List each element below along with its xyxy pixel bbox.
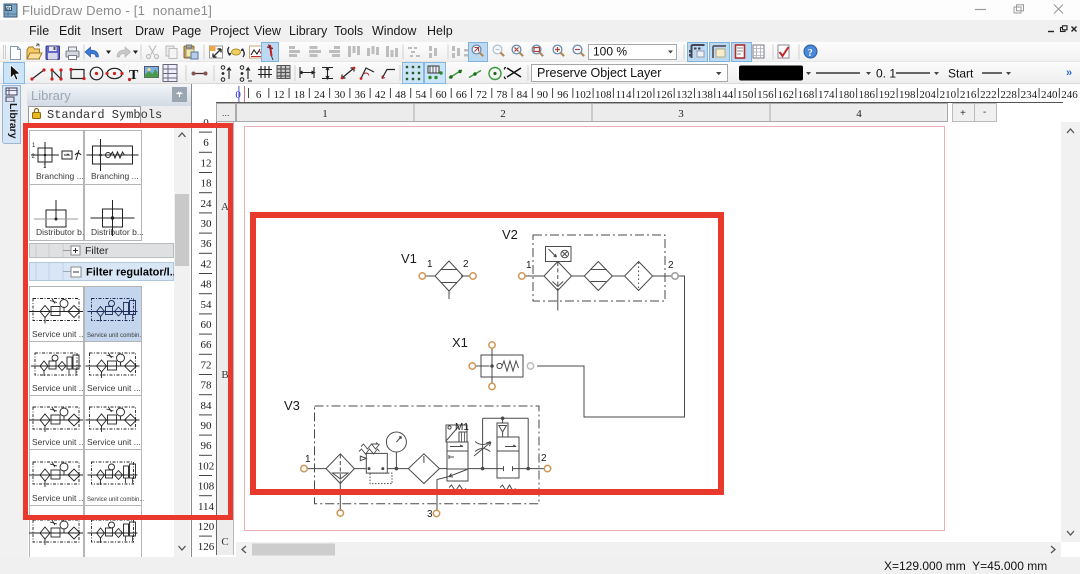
svg-text:222: 222 (980, 89, 997, 101)
svg-text:4: 4 (856, 108, 862, 120)
svg-text:198: 198 (899, 89, 916, 101)
svg-text:»: » (1066, 67, 1072, 79)
svg-text:168: 168 (798, 89, 815, 101)
svg-text:186: 186 (859, 89, 876, 101)
svg-text:42: 42 (375, 89, 386, 101)
svg-text:T: T (129, 68, 139, 83)
svg-text:12: 12 (273, 89, 284, 101)
svg-text:24: 24 (314, 89, 326, 101)
svg-text:132: 132 (676, 89, 693, 101)
svg-text:+: + (960, 108, 966, 119)
svg-text:18: 18 (294, 89, 306, 101)
svg-text:234: 234 (1021, 89, 1038, 101)
svg-text:126: 126 (656, 89, 673, 101)
svg-text:3: 3 (678, 108, 684, 120)
svg-text:36: 36 (355, 89, 367, 101)
svg-text:60: 60 (436, 89, 448, 101)
svg-text:102: 102 (575, 89, 592, 101)
svg-text:96: 96 (557, 89, 569, 101)
svg-text:100 %: 100 % (593, 45, 627, 59)
svg-text:84: 84 (517, 89, 529, 101)
svg-text:78: 78 (496, 89, 508, 101)
svg-text:6: 6 (256, 89, 262, 101)
svg-text:Start: Start (948, 67, 974, 81)
svg-text:120: 120 (198, 521, 215, 533)
svg-text:150: 150 (737, 89, 754, 101)
svg-text:108: 108 (595, 89, 612, 101)
svg-text:?: ? (808, 48, 813, 59)
svg-text:2: 2 (500, 108, 506, 120)
svg-text:210: 210 (940, 89, 957, 101)
svg-text:144: 144 (717, 89, 734, 101)
svg-text:C: C (221, 536, 228, 548)
svg-text:1: 1 (322, 108, 328, 120)
svg-text:FD: FD (6, 6, 13, 11)
svg-text:126: 126 (198, 541, 215, 553)
svg-text:-: - (983, 107, 986, 118)
svg-text:114: 114 (615, 89, 632, 101)
svg-text:3: 3 (427, 509, 433, 520)
svg-text:204: 204 (919, 89, 936, 101)
svg-text:90: 90 (537, 89, 549, 101)
svg-text:240: 240 (1041, 89, 1058, 101)
svg-text:216: 216 (960, 89, 977, 101)
svg-text:66: 66 (456, 89, 468, 101)
svg-text:138: 138 (696, 89, 713, 101)
svg-text:Preserve Object Layer: Preserve Object Layer (537, 66, 661, 80)
svg-text:54: 54 (415, 89, 427, 101)
svg-text:120: 120 (636, 89, 653, 101)
svg-text:72: 72 (476, 89, 487, 101)
svg-text:228: 228 (1000, 89, 1017, 101)
svg-text:246: 246 (1061, 89, 1078, 101)
svg-text:0. 1: 0. 1 (876, 67, 896, 81)
svg-text:162: 162 (777, 89, 794, 101)
svg-text:30: 30 (334, 89, 346, 101)
svg-text:180: 180 (838, 89, 855, 101)
svg-text:48: 48 (395, 89, 407, 101)
svg-text:174: 174 (818, 89, 835, 101)
svg-text:192: 192 (879, 89, 896, 101)
svg-text:156: 156 (757, 89, 774, 101)
